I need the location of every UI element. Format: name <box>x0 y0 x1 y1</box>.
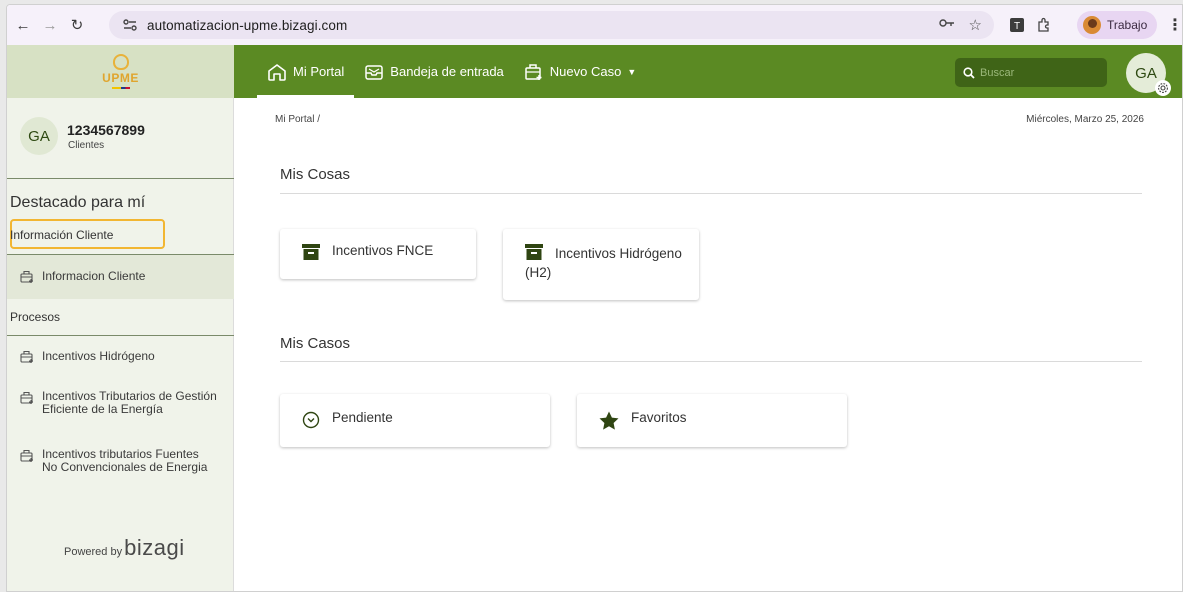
archive-box-icon <box>525 244 543 260</box>
avatar-initials: GA <box>28 127 50 145</box>
card-label: Incentivos Hidrógeno (H2) <box>525 246 682 280</box>
sidebar-item-label: Incentivos tributarios Fuentes No Conven… <box>42 447 208 474</box>
divider <box>280 361 1142 362</box>
site-settings-icon[interactable] <box>119 15 141 35</box>
powered-by-bizagi: Powered by bizagi <box>64 535 185 561</box>
current-date: Miércoles, Marzo 25, 2026 <box>1026 114 1144 125</box>
sidebar-item-label: Incentivos Hidrógeno <box>42 349 155 363</box>
extensions-puzzle-icon[interactable] <box>1034 15 1054 35</box>
sidebar-item-incentivos-fnce[interactable]: Incentivos tributarios Fuentes No Conven… <box>7 448 234 482</box>
back-icon[interactable]: ← <box>12 14 34 36</box>
nav-mi-portal-label: Mi Portal <box>293 64 345 79</box>
divider <box>280 193 1142 194</box>
reload-icon[interactable]: ↻ <box>66 14 88 36</box>
card-incentivos-fnce[interactable]: Incentivos FNCE <box>280 229 476 279</box>
address-bar[interactable]: automatizacion-upme.bizagi.com ☆ <box>109 11 994 39</box>
browser-window: ← → ↻ automatizacion-upme.bizagi.com ☆ T… <box>6 4 1183 592</box>
user-avatar-button[interactable]: GA <box>1126 53 1171 96</box>
search-input[interactable] <box>980 66 1100 79</box>
avatar[interactable]: GA <box>20 117 58 155</box>
archive-box-icon <box>302 244 320 260</box>
password-key-icon[interactable] <box>938 16 955 34</box>
breadcrumb[interactable]: Mi Portal / <box>275 114 320 125</box>
section-title-mis-cosas: Mis Cosas <box>280 166 351 183</box>
sidebar-item-label: Incentivos Tributarios de Gestión Eficie… <box>42 389 217 416</box>
url-text: automatizacion-upme.bizagi.com <box>147 17 348 33</box>
card-label: Pendiente <box>332 410 393 425</box>
browser-toolbar: ← → ↻ automatizacion-upme.bizagi.com ☆ T… <box>7 5 1182 45</box>
group-label-informacion-cliente[interactable]: Información Cliente <box>10 228 113 242</box>
avatar-initials: GA <box>1135 64 1157 82</box>
nav-bandeja-entrada[interactable]: Bandeja de entrada <box>354 45 513 98</box>
sidebar-item-informacion-cliente[interactable]: Informacion Cliente <box>7 255 234 299</box>
sidebar: GA 1234567899 Clientes Destacado para mí… <box>7 98 234 591</box>
divider <box>7 178 234 179</box>
user-name: 1234567899 <box>67 122 145 138</box>
home-icon <box>268 63 286 81</box>
bizagi-logo: bizagi <box>124 535 185 560</box>
nav-mi-portal[interactable]: Mi Portal <box>257 45 355 98</box>
section-title-destacado: Destacado para mí <box>10 194 146 211</box>
new-case-icon <box>20 449 33 462</box>
profile-label: Trabajo <box>1107 18 1148 32</box>
chevron-down-icon: ▼ <box>627 66 637 77</box>
user-card: GA 1234567899 Clientes <box>7 98 234 178</box>
profile-avatar-icon <box>1083 16 1101 34</box>
bookmark-star-icon[interactable]: ☆ <box>969 16 982 34</box>
forward-icon[interactable]: → <box>39 14 61 36</box>
flag-stripe <box>111 87 130 89</box>
section-title-mis-casos: Mis Casos <box>280 335 351 352</box>
upme-emblem-icon <box>112 54 129 70</box>
main-content: Mi Portal / Miércoles, Marzo 25, 2026 Mi… <box>235 98 1182 591</box>
profile-chip[interactable]: Trabajo <box>1077 11 1157 39</box>
user-role: Clientes <box>68 140 105 151</box>
group-label-procesos[interactable]: Procesos <box>10 310 60 324</box>
nav-nuevo-caso[interactable]: Nuevo Caso ▼ <box>514 45 646 98</box>
sidebar-item-label: Informacion Cliente <box>42 269 146 283</box>
card-label: Incentivos FNCE <box>332 243 434 258</box>
logo-text: UPME <box>102 71 139 85</box>
search-icon <box>963 66 975 79</box>
card-content: Incentivos Hidrógeno (H2) <box>525 243 699 282</box>
star-icon <box>599 411 619 430</box>
app-header: UPME Mi Portal Bandeja de entrada Nuevo … <box>7 45 1182 98</box>
new-case-icon <box>20 391 33 404</box>
upme-logo[interactable]: UPME <box>7 45 234 98</box>
sidebar-item-incentivos-hidrogeno[interactable]: Incentivos Hidrógeno <box>7 349 234 369</box>
nav-nuevo-caso-label: Nuevo Caso <box>549 64 622 79</box>
extension-icon[interactable]: T <box>1007 15 1027 35</box>
sidebar-item-incentivos-gestion-eficiente[interactable]: Incentivos Tributarios de Gestión Eficie… <box>7 390 234 424</box>
card-incentivos-hidrogeno[interactable]: Incentivos Hidrógeno (H2) <box>503 229 699 300</box>
new-case-icon <box>20 350 33 363</box>
card-pendiente[interactable]: Pendiente <box>280 394 550 447</box>
browser-menu-icon[interactable]: ⋮ <box>1167 15 1182 35</box>
new-case-icon <box>525 63 542 80</box>
powered-by-text: Powered by <box>64 546 123 558</box>
svg-text:T: T <box>1014 21 1020 32</box>
search-box[interactable] <box>955 58 1107 87</box>
divider <box>7 335 234 336</box>
card-favoritos[interactable]: Favoritos <box>577 394 847 447</box>
nav-bandeja-label: Bandeja de entrada <box>390 64 504 79</box>
inbox-icon <box>365 64 384 80</box>
clock-icon <box>302 411 320 429</box>
gear-icon[interactable] <box>1155 80 1171 96</box>
new-case-icon <box>20 270 33 283</box>
card-label: Favoritos <box>631 410 687 425</box>
